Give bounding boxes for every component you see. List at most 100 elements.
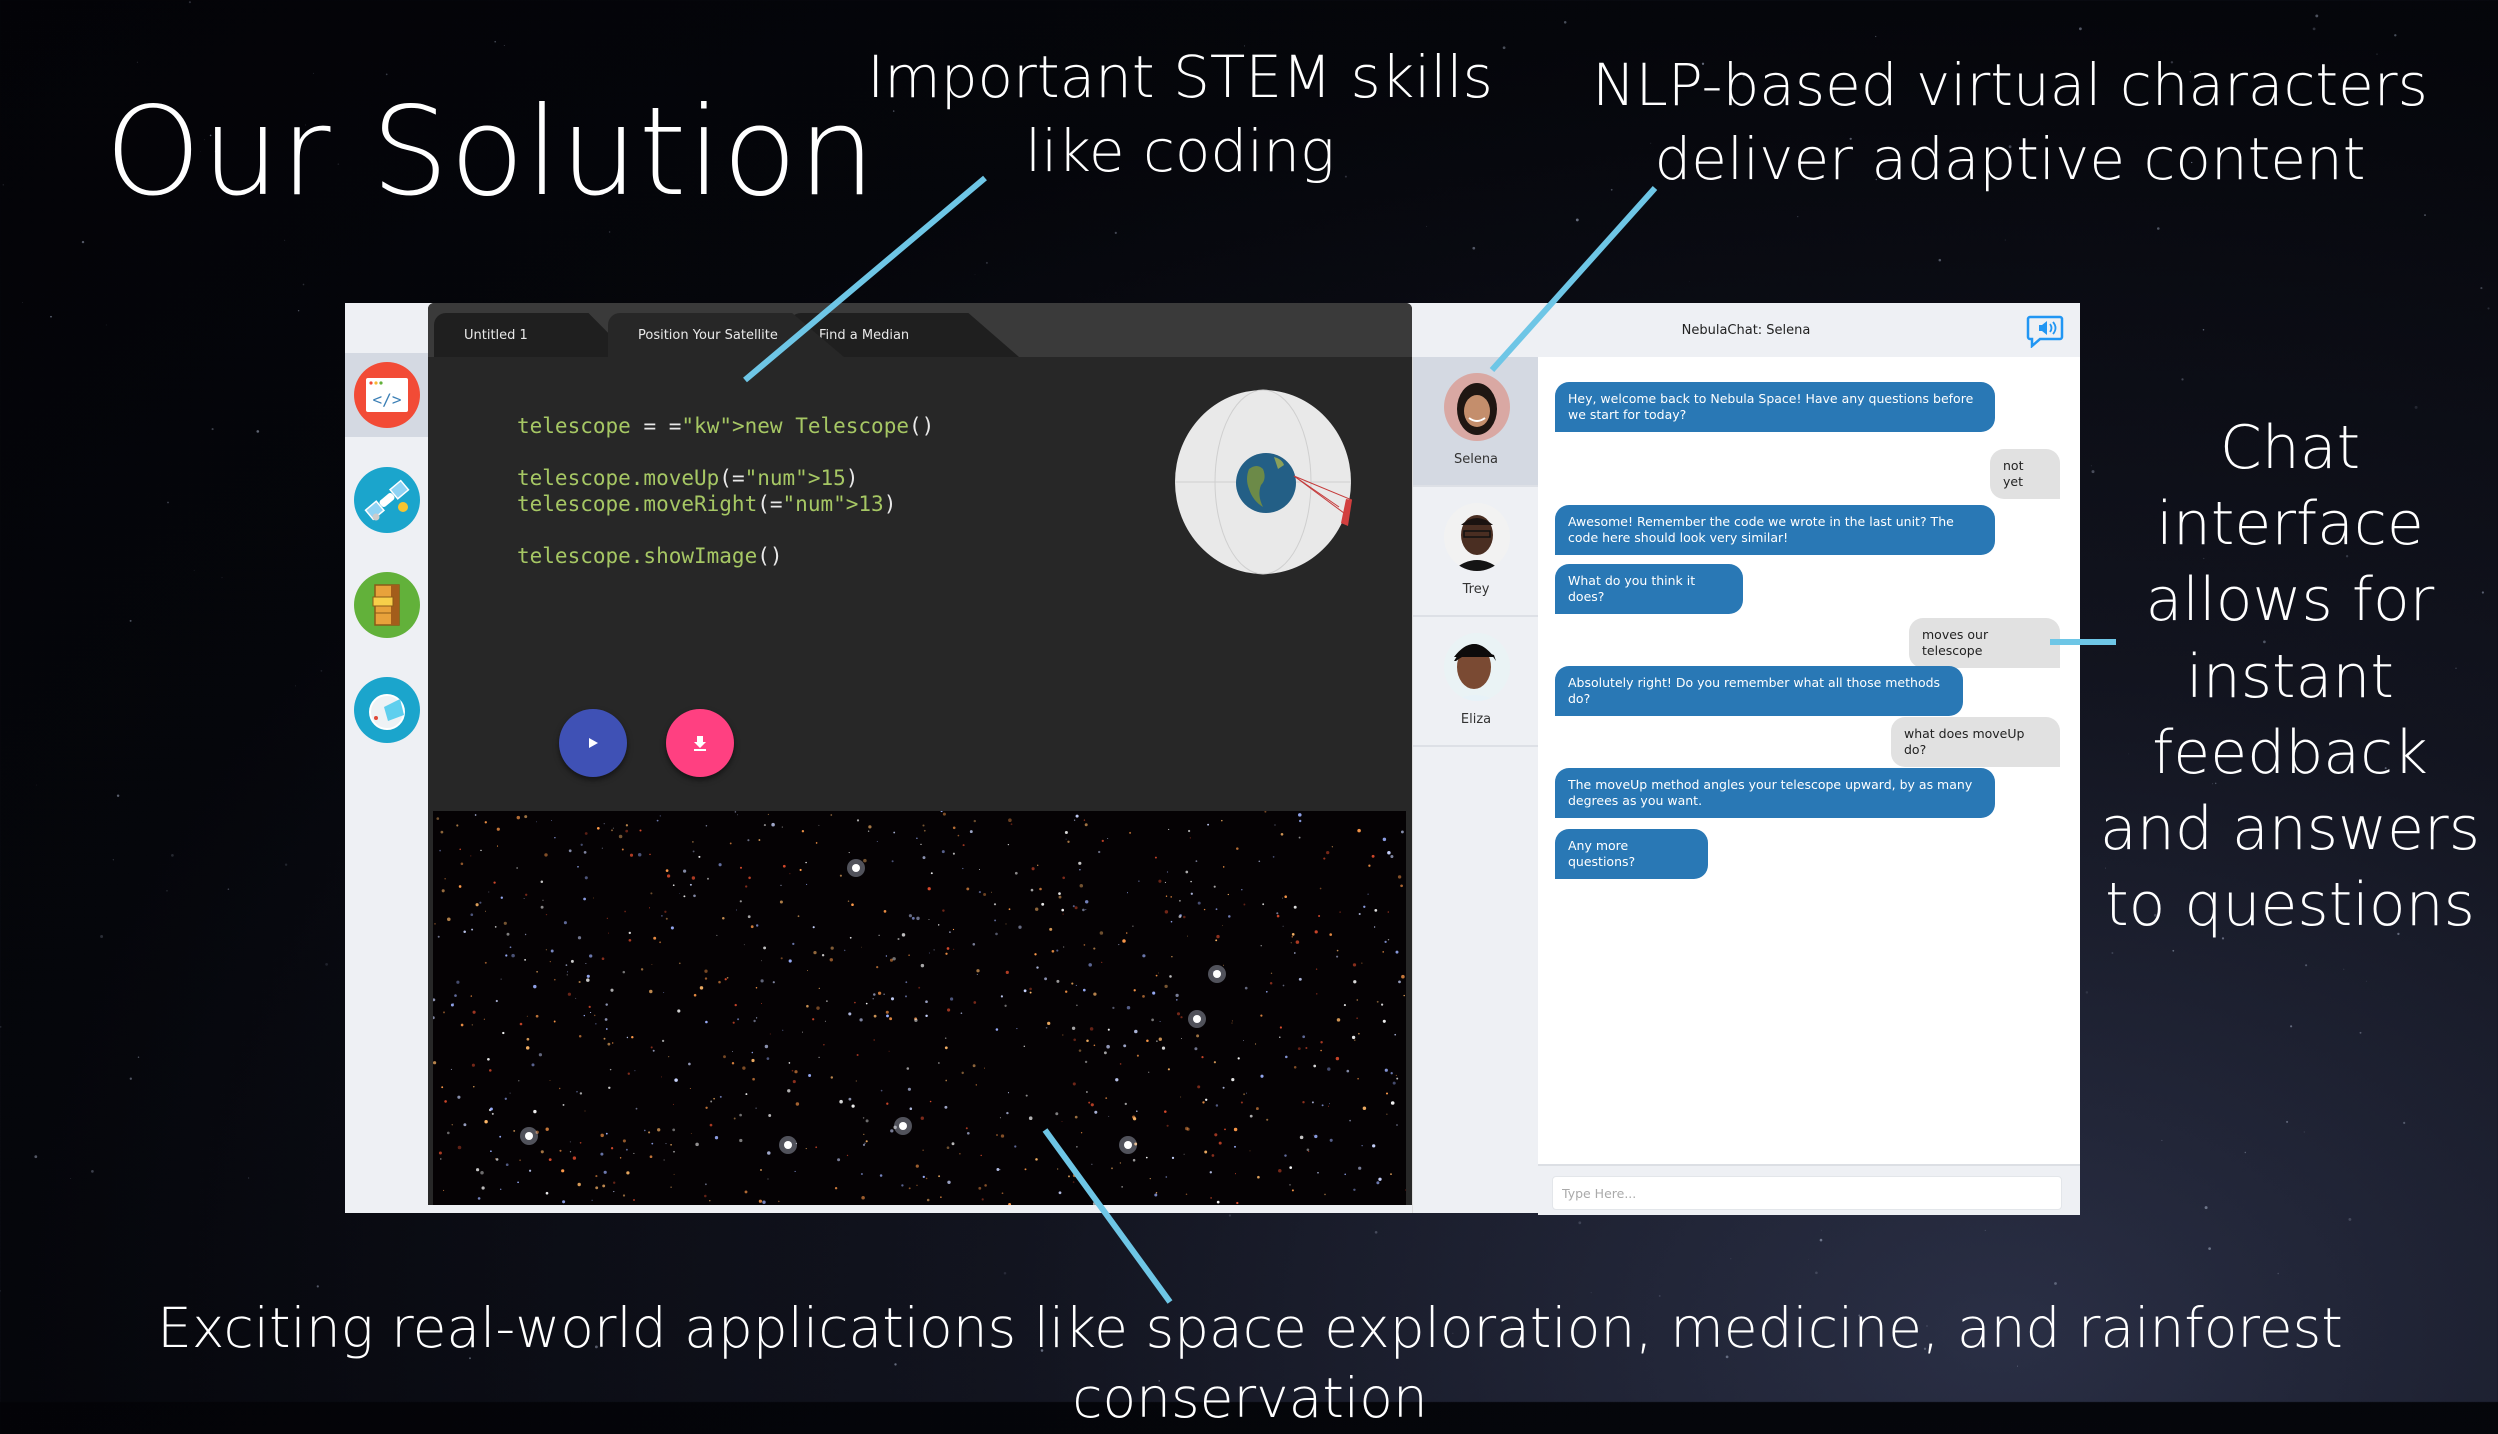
sky-star bbox=[463, 930, 466, 934]
sky-star bbox=[672, 1103, 674, 1105]
sky-star bbox=[1401, 974, 1405, 979]
sky-star bbox=[1295, 940, 1300, 944]
background-star bbox=[1797, 216, 1799, 218]
sky-star bbox=[1382, 951, 1384, 953]
sky-star bbox=[545, 913, 548, 916]
sky-star bbox=[876, 966, 879, 969]
sky-star bbox=[901, 933, 906, 937]
sky-star bbox=[496, 845, 499, 847]
sky-star bbox=[1103, 1051, 1107, 1055]
sky-star bbox=[920, 843, 922, 846]
sky-star bbox=[847, 900, 850, 902]
background-star bbox=[167, 501, 169, 504]
sky-star bbox=[1094, 1110, 1098, 1114]
sky-star bbox=[1323, 857, 1326, 860]
sky-star bbox=[693, 993, 697, 997]
sky-star bbox=[949, 931, 951, 933]
sky-star bbox=[1315, 968, 1318, 970]
sky-star bbox=[704, 977, 708, 980]
sky-star bbox=[1171, 956, 1173, 958]
sky-star bbox=[739, 866, 743, 869]
sky-star bbox=[846, 1154, 849, 1157]
background-star bbox=[1815, 1271, 1818, 1275]
callout-line: like coding bbox=[1025, 117, 1335, 186]
rail-item-satellite[interactable] bbox=[345, 458, 428, 542]
sky-star bbox=[443, 1011, 445, 1014]
background-star bbox=[2085, 991, 2089, 994]
sky-star bbox=[577, 936, 582, 940]
background-star bbox=[302, 283, 305, 286]
avatar bbox=[1444, 503, 1510, 571]
sky-star bbox=[1231, 1077, 1235, 1082]
sky-star bbox=[1164, 910, 1169, 914]
sky-star bbox=[978, 891, 981, 894]
sky-star bbox=[1216, 1200, 1220, 1204]
sky-star bbox=[1218, 1141, 1222, 1145]
rail-item-code[interactable]: </> bbox=[345, 353, 428, 437]
sky-star bbox=[914, 1018, 918, 1022]
rail-item-filing-cabinet[interactable] bbox=[345, 563, 428, 647]
sky-star bbox=[1305, 1046, 1308, 1050]
sky-star bbox=[1371, 854, 1375, 858]
sky-star bbox=[1076, 1146, 1078, 1148]
sky-star bbox=[1136, 1110, 1138, 1112]
bright-star bbox=[899, 1122, 907, 1130]
sky-star bbox=[1155, 1192, 1158, 1194]
text-to-speech-button[interactable] bbox=[2026, 314, 2064, 349]
sky-star bbox=[591, 1199, 593, 1201]
tab-untitled-1[interactable]: Untitled 1 bbox=[434, 313, 632, 357]
background-star bbox=[2348, 1217, 2352, 1221]
bot-message: Awesome! Remember the code we wrote in t… bbox=[1555, 505, 1995, 555]
sky-star bbox=[1056, 979, 1060, 983]
sky-star bbox=[1387, 911, 1390, 913]
sky-star bbox=[672, 1128, 676, 1132]
sky-star bbox=[976, 969, 980, 973]
sky-star bbox=[601, 847, 603, 849]
sky-star bbox=[1061, 1120, 1063, 1123]
sky-star bbox=[1155, 974, 1158, 977]
sky-star bbox=[698, 855, 701, 858]
sky-star bbox=[1289, 1166, 1293, 1169]
sky-star bbox=[650, 892, 653, 895]
character-selena[interactable]: Selena bbox=[1413, 357, 1539, 487]
sky-star bbox=[1362, 1106, 1367, 1110]
sky-star bbox=[1014, 1145, 1017, 1148]
sky-star bbox=[1083, 944, 1086, 946]
sky-star bbox=[625, 1148, 628, 1151]
sky-star bbox=[444, 1100, 447, 1103]
run-button[interactable] bbox=[559, 709, 627, 777]
sky-star bbox=[503, 921, 507, 925]
sky-star bbox=[661, 915, 663, 917]
character-eliza[interactable]: Eliza bbox=[1413, 617, 1539, 747]
code-text[interactable]: telescope = ="kw">new Telescope() telesc… bbox=[517, 413, 934, 569]
sky-star bbox=[897, 937, 900, 941]
sky-star bbox=[523, 898, 525, 899]
sky-star bbox=[1134, 1029, 1138, 1034]
sky-star bbox=[499, 1188, 502, 1191]
sky-star bbox=[444, 878, 446, 880]
sky-star bbox=[572, 1156, 577, 1160]
background-star bbox=[0, 1026, 2, 1028]
sky-star bbox=[443, 1189, 445, 1191]
sky-star bbox=[1124, 1102, 1127, 1106]
sky-star bbox=[795, 1102, 800, 1106]
sky-star bbox=[1190, 892, 1193, 895]
sky-star bbox=[782, 1029, 784, 1031]
sky-star bbox=[484, 821, 487, 824]
sky-star bbox=[626, 1036, 629, 1039]
background-star bbox=[2424, 214, 2426, 217]
sky-star bbox=[1291, 933, 1295, 936]
background-star bbox=[188, 1, 191, 4]
download-button[interactable] bbox=[666, 709, 734, 777]
chat-input[interactable] bbox=[1552, 1176, 2062, 1210]
rail-item-helmet[interactable] bbox=[345, 668, 428, 752]
sky-star bbox=[941, 850, 945, 854]
sky-star bbox=[1187, 829, 1191, 833]
sky-star bbox=[673, 1173, 675, 1175]
background-star bbox=[320, 669, 323, 672]
filing-cabinet-icon bbox=[353, 572, 420, 638]
sky-star bbox=[861, 1196, 865, 1200]
character-trey[interactable]: Trey bbox=[1413, 487, 1539, 617]
sky-star bbox=[862, 1143, 866, 1147]
sky-star bbox=[737, 814, 739, 816]
